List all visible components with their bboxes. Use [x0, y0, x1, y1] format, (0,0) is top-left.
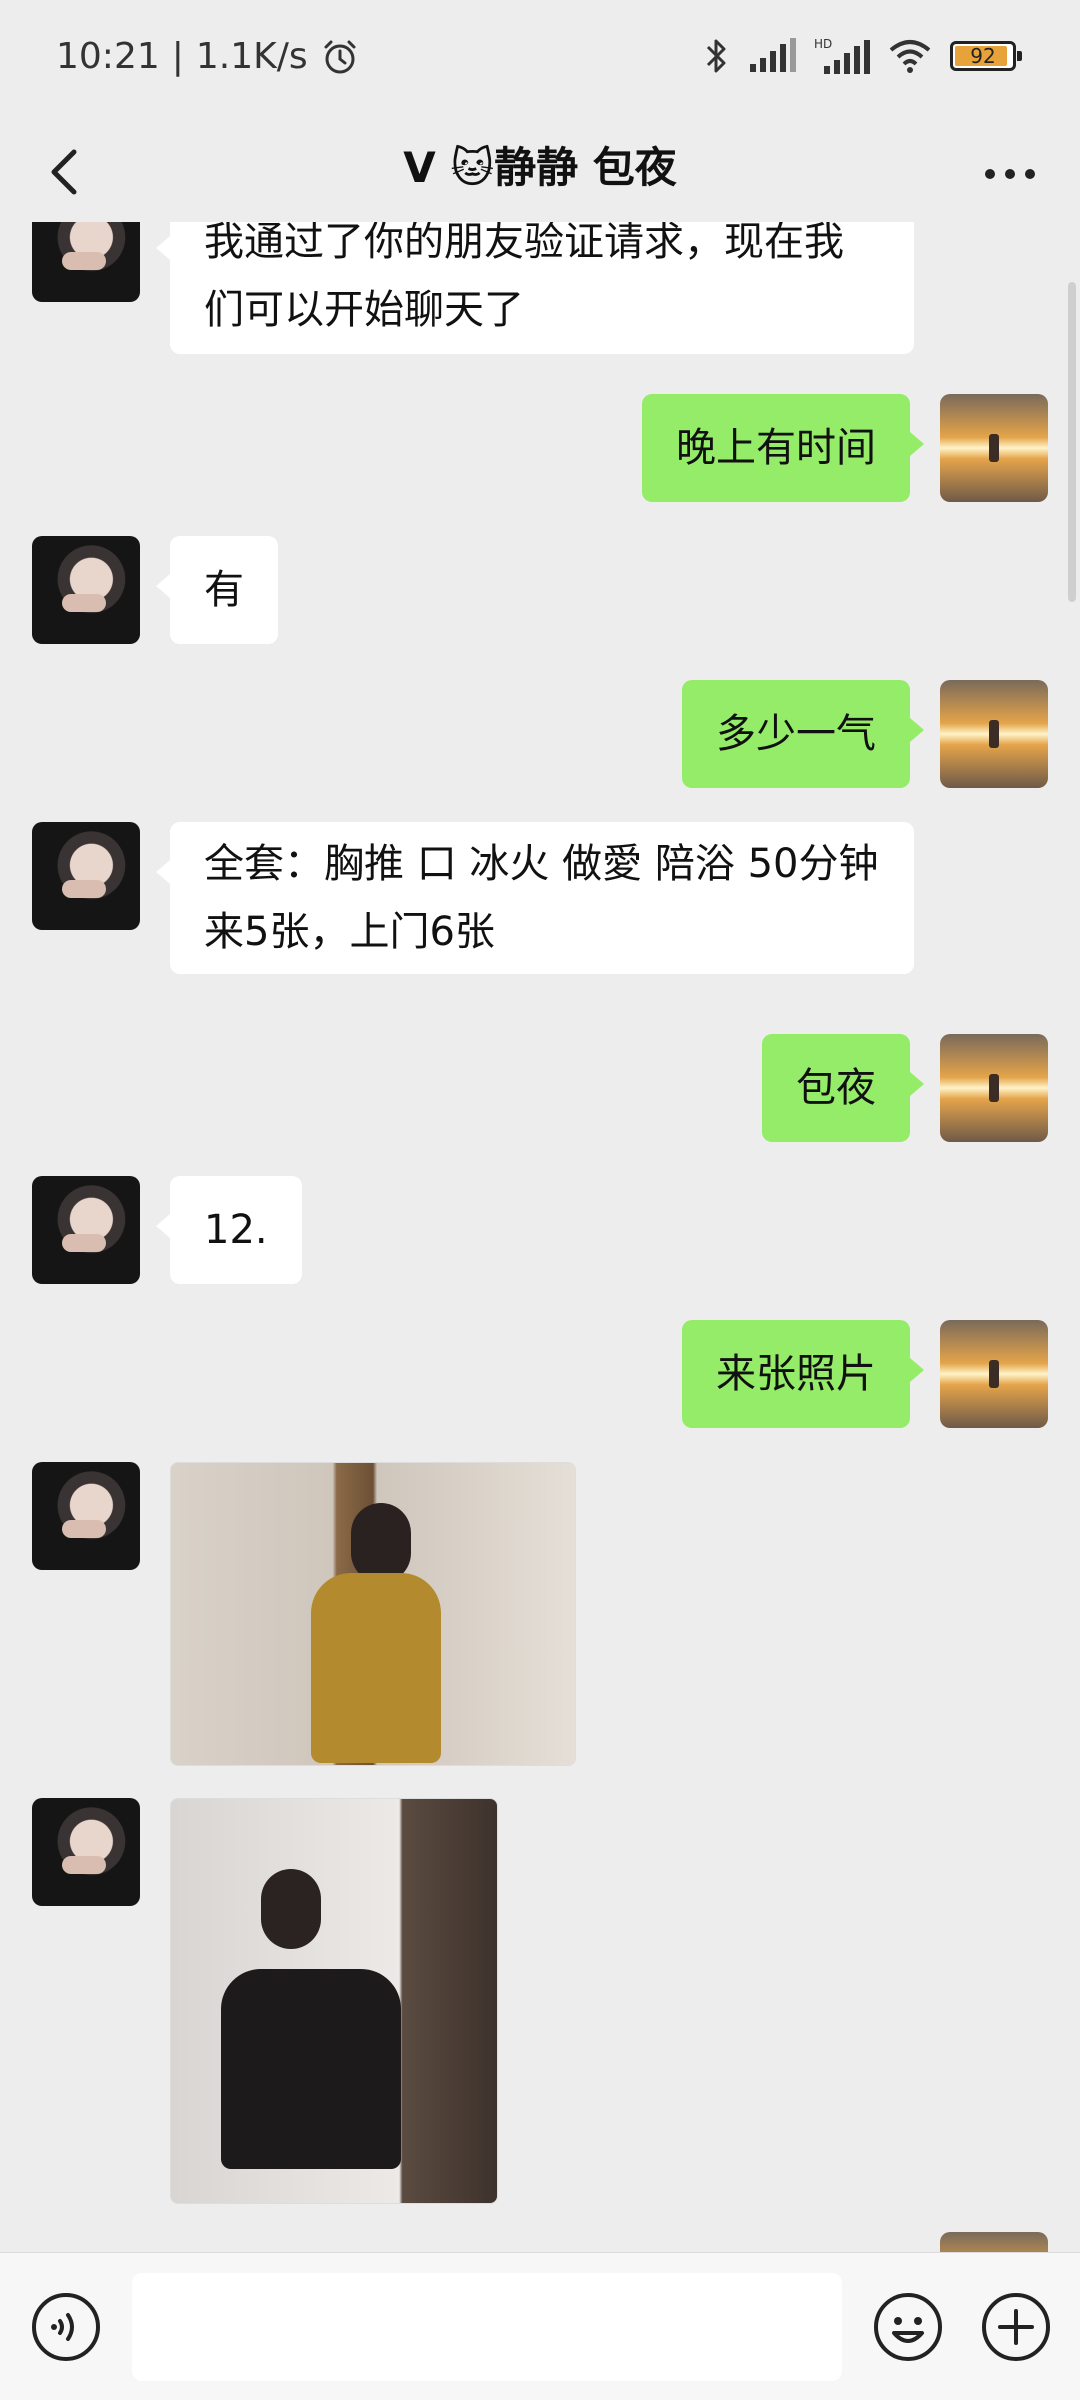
bluetooth-icon [706, 39, 726, 73]
message-input[interactable] [132, 2273, 842, 2381]
chat-header: V 🐱静静 包夜 [0, 124, 1080, 222]
my-avatar[interactable] [940, 1034, 1048, 1142]
scrollbar[interactable] [1068, 282, 1076, 602]
status-right: HD 92 [704, 36, 1022, 76]
message-text: 有 [204, 567, 244, 613]
outgoing-message[interactable]: 包夜 [762, 1034, 924, 1142]
hd-signal-icon: HD [814, 37, 870, 74]
battery-level: 92 [970, 44, 996, 68]
image-message[interactable] [170, 1462, 576, 1766]
status-divider: | [171, 36, 184, 77]
my-avatar[interactable] [940, 2232, 1048, 2252]
status-time: 10:21 [56, 36, 160, 77]
my-avatar[interactable] [940, 680, 1048, 788]
my-avatar[interactable] [940, 394, 1048, 502]
status-left: 10:21 | 1.1K/s [56, 36, 360, 77]
message-input-bar [0, 2252, 1080, 2400]
svg-text:HD: HD [814, 37, 832, 51]
contact-avatar[interactable] [32, 536, 140, 644]
message-text: 我通过了你的朋友验证请求，现在我们可以开始聊天了 [204, 222, 844, 333]
add-attachment-icon[interactable] [980, 2291, 1052, 2363]
my-avatar[interactable] [940, 1320, 1048, 1428]
chat-message-list[interactable]: 我通过了你的朋友验证请求，现在我们可以开始聊天了 晚上有时间 有 多少一气 全套… [0, 222, 1080, 2252]
signal-icon [750, 38, 796, 72]
network-speed: 1.1K/s [195, 36, 308, 77]
emoji-icon[interactable] [872, 2291, 944, 2363]
alarm-icon [324, 40, 356, 73]
message-text: 全套：胸推 口 冰火 做愛 陪浴 50分钟 来5张，上门6张 [204, 841, 879, 955]
message-text: 晚上有时间 [676, 425, 876, 471]
message-text: 来张照片 [716, 1351, 876, 1397]
outgoing-message[interactable]: 晚上有时间 [642, 394, 924, 502]
contact-avatar[interactable] [32, 822, 140, 930]
incoming-message[interactable]: 12. [156, 1176, 302, 1284]
incoming-message[interactable]: 有 [156, 536, 278, 644]
contact-avatar[interactable] [32, 1462, 140, 1570]
voice-input-icon[interactable] [30, 2291, 102, 2363]
outgoing-message[interactable]: 来张照片 [682, 1320, 924, 1428]
incoming-message[interactable]: 我通过了你的朋友验证请求，现在我们可以开始聊天了 [156, 222, 914, 354]
contact-avatar[interactable] [32, 222, 140, 302]
wifi-icon [889, 40, 931, 73]
contact-avatar[interactable] [32, 1798, 140, 1906]
contact-avatar[interactable] [32, 1176, 140, 1284]
message-text: 多少一气 [716, 711, 876, 757]
message-text: 12. [204, 1207, 268, 1253]
battery-icon: 92 [950, 41, 1022, 71]
photo-person-head [261, 1869, 321, 1949]
photo-person-head [351, 1503, 411, 1583]
photo-person-body [311, 1573, 441, 1763]
incoming-message[interactable]: 全套：胸推 口 冰火 做愛 陪浴 50分钟 来5张，上门6张 [156, 822, 914, 974]
status-bar: 10:21 | 1.1K/s HD 92 [0, 0, 1080, 124]
chat-title: V 🐱静静 包夜 [403, 143, 677, 192]
outgoing-message[interactable]: 多少一气 [682, 680, 924, 788]
more-options-icon[interactable] [980, 154, 1040, 194]
image-message[interactable] [170, 1798, 498, 2204]
message-text: 包夜 [796, 1065, 876, 1111]
photo-person-body [221, 1969, 401, 2169]
